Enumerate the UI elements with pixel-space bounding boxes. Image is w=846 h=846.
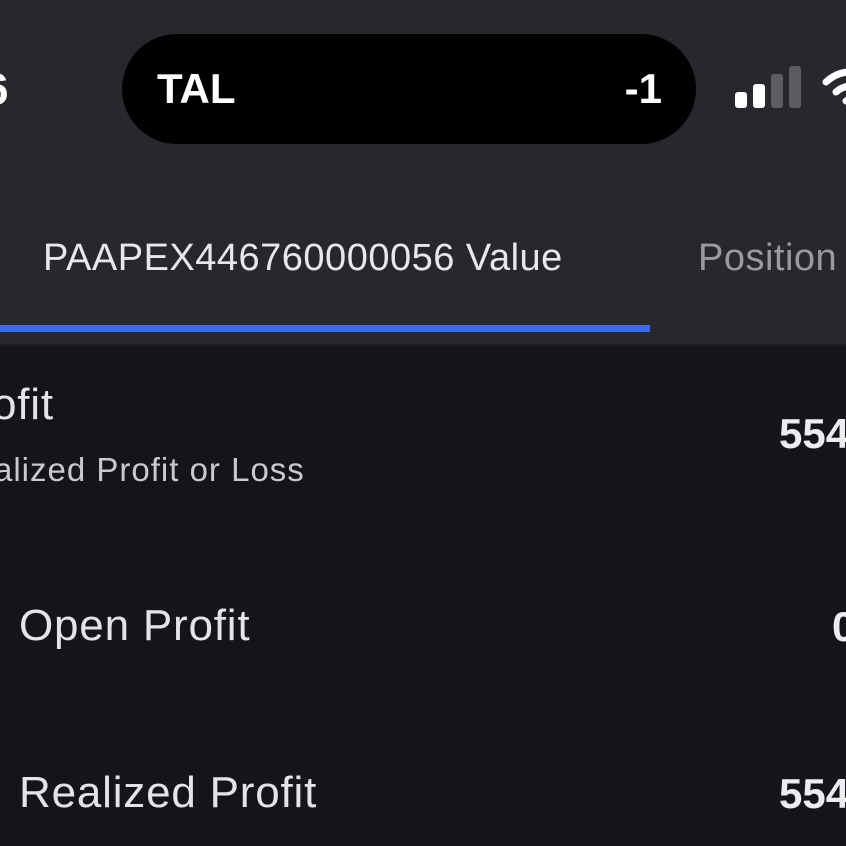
island-value: -1: [624, 65, 662, 112]
island-ticker: TAL: [157, 65, 236, 112]
tab-account-value[interactable]: PAAPEX446760000056 Value: [43, 236, 563, 280]
status-time: 6: [0, 66, 8, 114]
realized-profit-label: Realized Profit: [19, 768, 318, 817]
cellular-signal-icon: [735, 64, 803, 108]
open-profit-label: Open Profit: [19, 601, 251, 650]
tab-bar: PAAPEX446760000056 Value Position: [0, 172, 846, 346]
profit-value: 554: [779, 410, 846, 457]
active-tab-indicator: [0, 325, 650, 332]
tab-positions[interactable]: Position: [698, 236, 837, 280]
wifi-icon: [822, 68, 846, 105]
dynamic-island[interactable]: TAL -1: [122, 34, 696, 144]
open-profit-value: 0: [832, 603, 846, 650]
realized-profit-value: 554: [779, 770, 846, 817]
profit-label: ofit: [0, 380, 54, 429]
profit-sublabel: alized Profit or Loss: [0, 451, 305, 488]
status-bar: 6 TAL -1: [0, 0, 846, 172]
app-screen: 6 TAL -1 PAAPEX446760000056 Value Positi…: [0, 0, 846, 846]
